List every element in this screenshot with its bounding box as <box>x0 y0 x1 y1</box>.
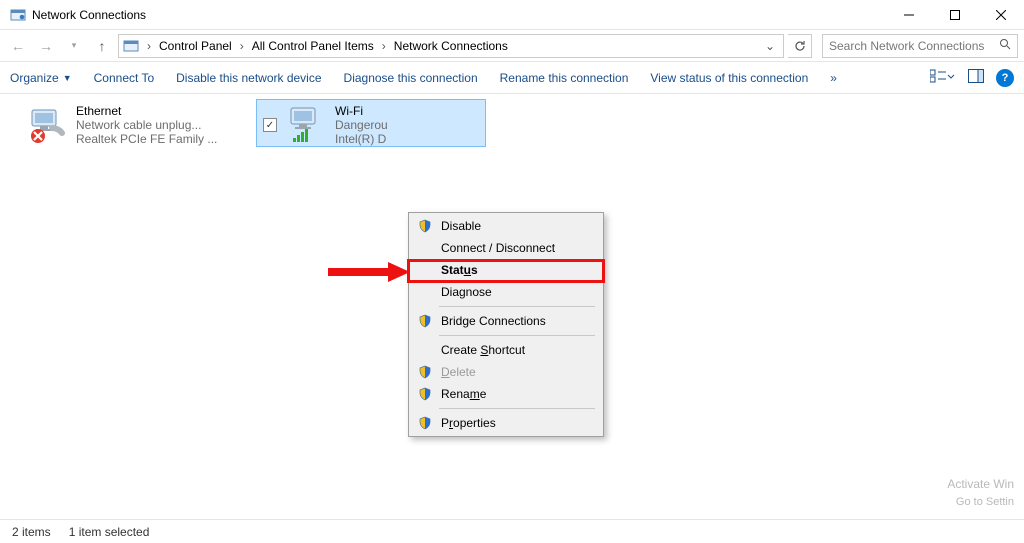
rename-button[interactable]: Rename this connection <box>500 71 629 85</box>
title-bar: Network Connections <box>0 0 1024 30</box>
selection-checkbox[interactable]: ✓ <box>263 118 277 132</box>
separator <box>439 408 595 409</box>
status-item-count: 2 items <box>12 525 51 539</box>
preview-pane-button[interactable] <box>968 69 984 86</box>
recent-dropdown[interactable]: ▾ <box>62 34 86 58</box>
separator <box>439 335 595 336</box>
connection-adapter: Realtek PCIe FE Family ... <box>76 132 217 146</box>
ctx-diagnose[interactable]: Diagnose <box>411 281 601 303</box>
chevron-right-icon[interactable]: › <box>378 39 390 53</box>
view-status-button[interactable]: View status of this connection <box>650 71 808 85</box>
ctx-disable[interactable]: Disable <box>411 215 601 237</box>
address-dropdown[interactable]: ⌄ <box>761 39 779 53</box>
ctx-connect-disconnect[interactable]: Connect / Disconnect <box>411 237 601 259</box>
ctx-label: Bridge Connections <box>441 314 546 328</box>
chevron-right-icon[interactable]: › <box>236 39 248 53</box>
ctx-rename[interactable]: Rename <box>411 383 601 405</box>
wifi-icon <box>287 104 327 144</box>
view-options-button[interactable] <box>930 69 956 86</box>
ctx-label: Delete <box>441 365 476 379</box>
overflow-button[interactable]: » <box>830 71 837 85</box>
ctx-bridge[interactable]: Bridge Connections <box>411 310 601 332</box>
ethernet-icon <box>28 104 68 144</box>
shield-icon <box>417 313 433 329</box>
ctx-label: Disable <box>441 219 481 233</box>
chevron-right-icon[interactable]: › <box>143 39 155 53</box>
content-area: Ethernet Network cable unplug... Realtek… <box>0 94 1024 517</box>
connection-item-ethernet[interactable]: Ethernet Network cable unplug... Realtek… <box>22 100 252 148</box>
shield-icon <box>417 364 433 380</box>
minimize-button[interactable] <box>886 0 932 30</box>
breadcrumb-all-items[interactable]: All Control Panel Items <box>250 39 376 53</box>
organize-menu[interactable]: Organize▼ <box>10 71 72 85</box>
ctx-label: Status <box>441 263 478 277</box>
ctx-label: Connect / Disconnect <box>441 241 555 255</box>
separator <box>439 306 595 307</box>
address-path[interactable]: › Control Panel › All Control Panel Item… <box>118 34 784 58</box>
shield-icon <box>417 386 433 402</box>
up-button[interactable]: ↑ <box>90 34 114 58</box>
connection-name: Wi-Fi <box>335 104 388 118</box>
diagnose-button[interactable]: Diagnose this connection <box>344 71 478 85</box>
shield-icon <box>417 415 433 431</box>
command-bar: Organize▼ Connect To Disable this networ… <box>0 62 1024 94</box>
connection-item-wifi[interactable]: ✓ Wi-Fi Dangerou Intel(R) D <box>256 99 486 147</box>
status-bar: 2 items 1 item selected <box>0 519 1024 543</box>
address-bar: ← → ▾ ↑ › Control Panel › All Control Pa… <box>0 30 1024 62</box>
annotation-arrow-icon <box>328 262 410 282</box>
ctx-status[interactable]: Status <box>411 259 601 281</box>
control-panel-icon <box>123 38 139 54</box>
breadcrumb-control-panel[interactable]: Control Panel <box>157 39 234 53</box>
refresh-button[interactable] <box>788 34 812 58</box>
ctx-label: Rename <box>441 387 486 401</box>
close-button[interactable] <box>978 0 1024 30</box>
status-selected-count: 1 item selected <box>69 525 150 539</box>
breadcrumb-network-connections[interactable]: Network Connections <box>392 39 510 53</box>
ctx-delete: Delete <box>411 361 601 383</box>
connection-name: Ethernet <box>76 104 217 118</box>
disable-device-button[interactable]: Disable this network device <box>176 71 321 85</box>
window-icon <box>10 7 26 23</box>
ctx-create-shortcut[interactable]: Create Shortcut <box>411 339 601 361</box>
help-button[interactable]: ? <box>996 69 1014 87</box>
window-title: Network Connections <box>32 8 886 22</box>
search-icon <box>999 38 1011 53</box>
ctx-label: Create Shortcut <box>441 343 525 357</box>
maximize-button[interactable] <box>932 0 978 30</box>
connect-to-button[interactable]: Connect To <box>94 71 155 85</box>
connection-adapter: Intel(R) D <box>335 132 388 146</box>
back-button[interactable]: ← <box>6 34 30 58</box>
ctx-label: Diagnose <box>441 285 492 299</box>
search-placeholder: Search Network Connections <box>829 39 984 53</box>
ctx-label: Properties <box>441 416 496 430</box>
activate-windows-watermark: Activate Win Go to Settin <box>947 475 1014 511</box>
connection-status: Dangerou <box>335 118 388 132</box>
forward-button[interactable]: → <box>34 34 58 58</box>
shield-icon <box>417 218 433 234</box>
context-menu: Disable Connect / Disconnect Status Diag… <box>408 212 604 437</box>
search-input[interactable]: Search Network Connections <box>822 34 1018 58</box>
ctx-properties[interactable]: Properties <box>411 412 601 434</box>
connection-status: Network cable unplug... <box>76 118 217 132</box>
